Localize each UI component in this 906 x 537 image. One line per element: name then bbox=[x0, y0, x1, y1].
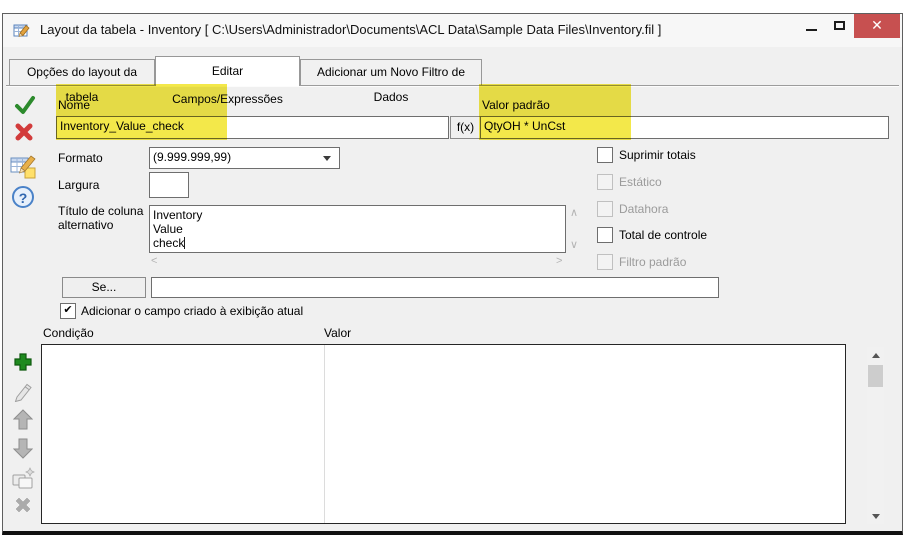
filtro-padrao-checkbox bbox=[597, 254, 613, 270]
edit-condition-button bbox=[13, 380, 35, 402]
total-controle-checkbox[interactable] bbox=[597, 227, 613, 243]
titulo-coluna-label: Título de coluna alternativo bbox=[58, 204, 150, 232]
screenshot-root: { "window": { "title": "Layout da tabela… bbox=[0, 0, 906, 537]
valor-padrao-input[interactable]: QtyOH * UnCst bbox=[480, 116, 889, 139]
largura-input[interactable] bbox=[149, 172, 189, 198]
scrollbar-down-button[interactable] bbox=[867, 508, 884, 524]
formato-select[interactable]: (9.999.999,99) bbox=[149, 147, 340, 169]
suprimir-totais-checkbox[interactable] bbox=[597, 147, 613, 163]
scroll-down-icon[interactable]: ∨ bbox=[570, 240, 578, 251]
maximize-icon bbox=[834, 21, 845, 30]
filtro-padrao-label: Filtro padrão bbox=[619, 255, 686, 269]
delete-condition-button bbox=[13, 495, 33, 515]
formato-label: Formato bbox=[58, 151, 103, 165]
fx-expression-button[interactable]: f(x) bbox=[450, 116, 481, 139]
valor-column-header: Valor bbox=[324, 326, 351, 340]
condition-list[interactable] bbox=[41, 344, 846, 524]
estatico-label: Estático bbox=[619, 175, 662, 189]
condition-list-column-divider bbox=[324, 345, 325, 523]
gray-x-icon bbox=[13, 495, 33, 515]
plus-icon bbox=[12, 351, 34, 373]
maximize-button[interactable] bbox=[826, 14, 854, 38]
add-to-view-checkbox[interactable]: ✔ bbox=[60, 303, 76, 319]
datahora-label: Datahora bbox=[619, 202, 668, 216]
scroll-left-icon[interactable]: < bbox=[151, 256, 157, 267]
option-row-total-controle: Total de controle bbox=[597, 227, 707, 243]
text-caret bbox=[184, 237, 185, 249]
estatico-checkbox bbox=[597, 174, 613, 190]
accept-entry-button[interactable] bbox=[14, 94, 36, 116]
duplicate-icon bbox=[11, 466, 35, 490]
edit-table-icon bbox=[9, 152, 37, 180]
titulo-coluna-textarea[interactable]: Inventory Value check bbox=[149, 205, 566, 253]
arrow-up-icon bbox=[13, 409, 33, 430]
valor-padrao-label: Valor padrão bbox=[482, 98, 550, 112]
se-condition-input[interactable] bbox=[151, 277, 719, 298]
suprimir-totais-label: Suprimir totais bbox=[619, 148, 696, 162]
add-condition-button[interactable] bbox=[12, 351, 34, 373]
condition-list-scrollbar[interactable] bbox=[867, 347, 884, 524]
pencil-icon bbox=[13, 380, 35, 402]
option-row-datahora: Datahora bbox=[597, 201, 668, 217]
se-condition-button[interactable]: Se... bbox=[62, 277, 146, 298]
move-up-button bbox=[13, 409, 33, 430]
scroll-right-icon[interactable]: > bbox=[556, 256, 562, 267]
chevron-down-icon bbox=[323, 156, 331, 161]
largura-label: Largura bbox=[58, 178, 99, 192]
tab-strip-divider bbox=[6, 85, 899, 87]
table-layout-icon bbox=[13, 22, 31, 40]
checkmark-icon: ✔ bbox=[63, 304, 72, 316]
scrollbar-up-button[interactable] bbox=[867, 347, 884, 363]
triangle-up-icon bbox=[872, 353, 880, 358]
title-bar: Layout da tabela - Inventory [ C:\Users\… bbox=[3, 14, 902, 47]
option-row-suprimir-totais: Suprimir totais bbox=[597, 147, 696, 163]
arrow-down-icon bbox=[13, 438, 33, 459]
triangle-down-icon bbox=[872, 514, 880, 519]
datahora-checkbox bbox=[597, 201, 613, 217]
move-down-button bbox=[13, 438, 33, 459]
close-button[interactable]: ✕ bbox=[854, 14, 900, 38]
duplicate-condition-button bbox=[11, 466, 35, 490]
red-x-icon bbox=[14, 122, 34, 142]
table-layout-dialog: Layout da tabela - Inventory [ C:\Users\… bbox=[2, 13, 903, 535]
total-controle-label: Total de controle bbox=[619, 228, 707, 242]
option-row-filtro-padrao: Filtro padrão bbox=[597, 254, 686, 270]
minimize-button[interactable] bbox=[798, 14, 826, 38]
help-button[interactable]: ? bbox=[12, 186, 34, 208]
scroll-up-icon[interactable]: ∧ bbox=[570, 208, 578, 219]
tab-editar-campos[interactable]: Editar Campos/Expressões bbox=[155, 56, 300, 86]
add-to-view-label: Adicionar o campo criado à exibição atua… bbox=[81, 304, 303, 318]
tab-novo-filtro[interactable]: Adicionar um Novo Filtro de Dados bbox=[300, 59, 482, 85]
condicao-column-header: Condição bbox=[43, 326, 94, 340]
window-title: Layout da tabela - Inventory [ C:\Users\… bbox=[40, 14, 661, 46]
add-to-view-row: ✔ Adicionar o campo criado à exibição at… bbox=[60, 303, 303, 319]
question-icon: ? bbox=[19, 190, 28, 206]
discard-entry-button[interactable] bbox=[14, 122, 34, 142]
green-check-icon bbox=[14, 94, 36, 116]
edit-table-layout-button[interactable] bbox=[9, 152, 37, 180]
tab-opcoes-layout[interactable]: Opções do layout da tabela bbox=[9, 59, 155, 85]
minimize-icon bbox=[806, 29, 817, 31]
option-row-estatico: Estático bbox=[597, 174, 662, 190]
nome-input[interactable]: Inventory_Value_check bbox=[56, 116, 449, 139]
scrollbar-thumb[interactable] bbox=[868, 365, 883, 387]
